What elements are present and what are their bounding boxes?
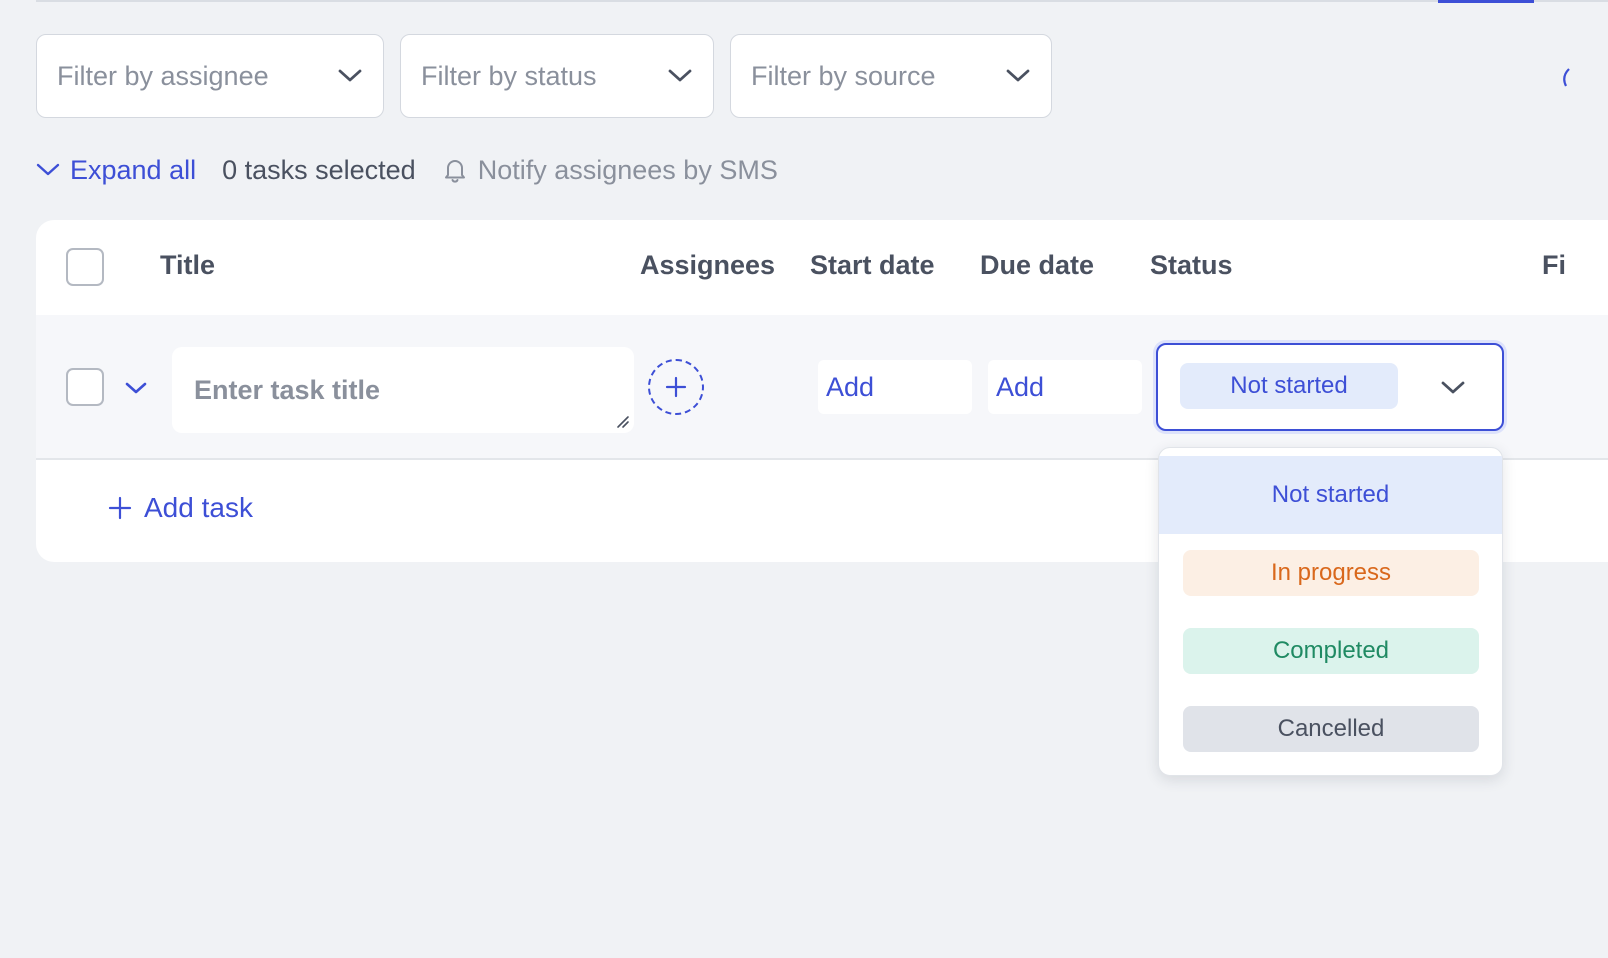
plus-icon [665, 376, 687, 398]
filter-status-label: Filter by status [421, 60, 597, 91]
top-divider [36, 0, 1608, 2]
chevron-down-icon [337, 63, 363, 89]
resize-grip-icon[interactable] [614, 413, 630, 429]
column-header-status[interactable]: Status [1150, 250, 1233, 281]
expand-row-button[interactable] [122, 374, 150, 402]
plus-icon [108, 496, 132, 520]
start-date-add-button[interactable]: Add [818, 360, 972, 414]
status-option-completed[interactable]: Completed [1183, 628, 1479, 674]
filter-assignee-select[interactable]: Filter by assignee [36, 34, 384, 118]
row-select-checkbox[interactable] [66, 368, 104, 406]
due-date-add-button[interactable]: Add [988, 360, 1142, 414]
task-title-input[interactable] [172, 347, 634, 433]
chevron-down-icon [125, 382, 147, 393]
column-header-due-date[interactable]: Due date [980, 250, 1094, 281]
column-header-start-date[interactable]: Start date [810, 250, 935, 281]
column-header-title[interactable]: Title [160, 250, 215, 281]
column-header-assignees[interactable]: Assignees [640, 250, 775, 281]
filter-source-label: Filter by source [751, 60, 936, 91]
add-assignee-button[interactable] [648, 359, 704, 415]
status-select[interactable]: Not started [1156, 343, 1504, 431]
chevron-down-icon [667, 63, 693, 89]
filter-assignee-label: Filter by assignee [57, 60, 269, 91]
add-task-label: Add task [144, 492, 253, 523]
filter-status-select[interactable]: Filter by status [400, 34, 714, 118]
table-row: Add Add Not started [36, 315, 1608, 460]
select-all-checkbox[interactable] [66, 248, 104, 286]
table-toolbar: Expand all 0 tasks selected Notify assig… [36, 150, 778, 190]
add-task-button[interactable]: Add task [108, 492, 253, 524]
notify-label: Notify assignees by SMS [477, 154, 778, 185]
tasks-selected-count: 0 tasks selected [222, 154, 416, 185]
status-dropdown-menu: Not started In progress Completed Cancel… [1158, 447, 1503, 776]
expand-all-button[interactable]: Expand all [36, 155, 196, 186]
filter-source-select[interactable]: Filter by source [730, 34, 1052, 118]
chevron-down-icon [1005, 63, 1031, 89]
table-header-row: Title Assignees Start date Due date Stat… [36, 220, 1608, 317]
chevron-down-icon [36, 163, 60, 176]
status-option-in-progress[interactable]: In progress [1183, 550, 1479, 596]
status-option-not-started[interactable]: Not started [1159, 456, 1502, 534]
bell-icon [444, 160, 465, 183]
status-badge: Not started [1180, 363, 1398, 409]
active-tab-indicator [1438, 0, 1534, 3]
notify-assignees-button[interactable]: Notify assignees by SMS [442, 155, 778, 186]
offscreen-link-icon[interactable] [1560, 66, 1570, 90]
chevron-down-icon [1438, 373, 1468, 403]
expand-all-label: Expand all [70, 154, 197, 185]
status-option-cancelled[interactable]: Cancelled [1183, 706, 1479, 752]
column-header-files[interactable]: Fi [1542, 250, 1566, 281]
